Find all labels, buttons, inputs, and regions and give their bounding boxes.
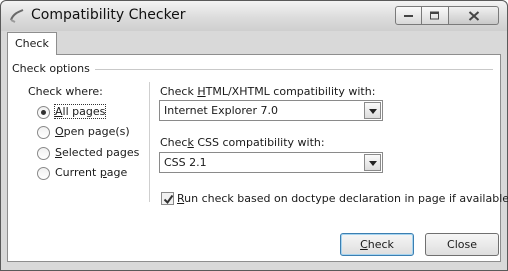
minimize-button[interactable]: [395, 6, 422, 25]
tab-check[interactable]: Check: [7, 32, 57, 55]
radio-selected-pages-control[interactable]: [37, 147, 50, 160]
html-compat-dropdown[interactable]: Internet Explorer 7.0: [159, 100, 383, 121]
radio-current-page-control[interactable]: [37, 167, 50, 180]
css-compat-dropdown-button[interactable]: [364, 154, 381, 171]
maximize-button[interactable]: [422, 6, 449, 25]
check-options-legend: Check options: [12, 62, 94, 75]
radio-selected-pages-label: Selected pages: [55, 146, 140, 159]
radio-open-pages-label: Open page(s): [55, 125, 130, 138]
html-compat-label: Check HTML/XHTML compatibility with:: [160, 85, 376, 98]
radio-all-pages-control[interactable]: [37, 106, 50, 119]
dialog-window: Compatibility Checker Check Check option…: [0, 0, 508, 271]
compatibility-app-icon: [9, 8, 25, 24]
title-bar[interactable]: Compatibility Checker: [1, 1, 507, 31]
check-button[interactable]: Check: [340, 233, 414, 256]
doctype-checkbox-label: Run check based on doctype declaration i…: [177, 192, 508, 205]
close-window-button[interactable]: [449, 6, 499, 25]
close-button[interactable]: Close: [425, 233, 499, 256]
radio-open-pages-control[interactable]: [37, 126, 50, 139]
doctype-checkbox[interactable]: [161, 192, 174, 205]
vertical-divider: [149, 82, 150, 202]
window-title: Compatibility Checker: [31, 7, 186, 23]
radio-current-page-label: Current page: [55, 166, 128, 179]
css-compat-value: CSS 2.1: [164, 156, 207, 169]
html-compat-dropdown-button[interactable]: [364, 102, 381, 119]
check-where-label: Check where:: [28, 85, 103, 98]
html-compat-value: Internet Explorer 7.0: [164, 104, 278, 117]
radio-all-pages-label: All pages: [53, 104, 107, 119]
css-compat-label: Check CSS compatibility with:: [160, 136, 325, 149]
css-compat-dropdown[interactable]: CSS 2.1: [159, 152, 383, 173]
group-divider: [95, 69, 493, 70]
tab-check-label: Check: [15, 37, 49, 50]
